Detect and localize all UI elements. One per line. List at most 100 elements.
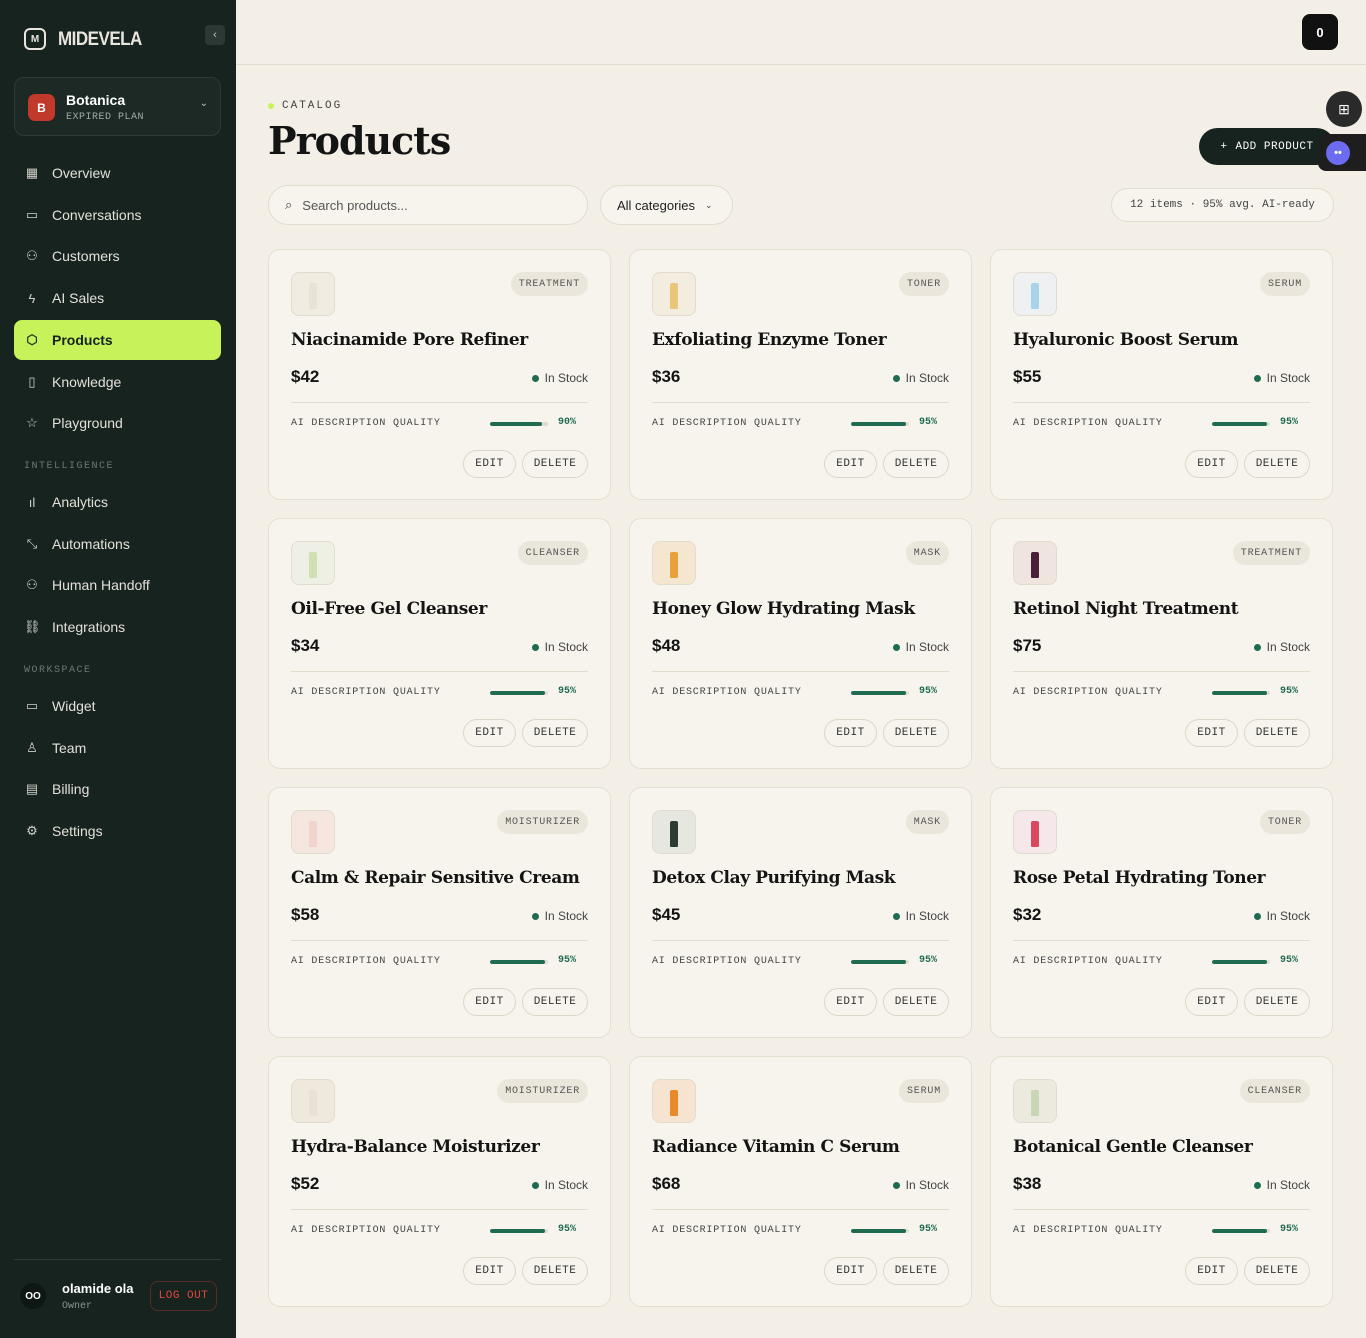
delete-button[interactable]: DELETE [1244,988,1310,1016]
add-product-button[interactable]: + ADD PRODUCT [1199,128,1335,165]
product-card[interactable]: MOISTURIZER Hydra-Balance Moisturizer $5… [268,1056,611,1307]
category-badge: MOISTURIZER [497,1079,588,1103]
search-icon: ⌕ [285,197,293,212]
product-card[interactable]: CLEANSER Botanical Gentle Cleanser $38 I… [990,1056,1333,1307]
quality-percent: 95% [1280,417,1299,428]
search-input[interactable] [302,197,563,213]
sidebar-item-knowledge[interactable]: ▯ Knowledge [14,362,221,402]
edit-button[interactable]: EDIT [824,450,877,478]
delete-button[interactable]: DELETE [522,1257,588,1285]
product-price: $32 [1013,905,1042,924]
products-icon: ⬡ [26,331,38,347]
sidebar-item-widget[interactable]: ▭ Widget [14,686,221,726]
delete-button[interactable]: DELETE [522,450,588,478]
sidebar-item-customers[interactable]: ⚇ Customers [14,236,221,276]
stock-status: In Stock [531,640,588,654]
delete-button[interactable]: DELETE [522,719,588,747]
quality-label: AI DESCRIPTION QUALITY [652,418,802,429]
stock-label: In Stock [1266,909,1310,923]
delete-button[interactable]: DELETE [883,988,949,1016]
edit-button[interactable]: EDIT [1185,719,1238,747]
sidebar-item-billing[interactable]: ▤ Billing [14,769,221,809]
sidebar-item-human-handoff[interactable]: ⚇ Human Handoff [14,565,221,605]
quality-bar-fill [490,960,546,964]
product-thumbnail [1013,541,1057,585]
org-switcher[interactable]: B Botanica EXPIRED PLAN ⌄ [14,77,221,136]
divider [652,402,949,403]
delete-button[interactable]: DELETE [883,1257,949,1285]
sidebar-item-integrations[interactable]: ⛓ Integrations [14,607,221,647]
team-icon: ♙ [26,739,38,755]
edit-button[interactable]: EDIT [463,1257,516,1285]
sidebar-item-label: Products [52,331,113,348]
product-thumbnail [1013,272,1057,316]
eyebrow: CATALOG [268,100,342,112]
edit-button[interactable]: EDIT [824,988,877,1016]
delete-button[interactable]: DELETE [1244,450,1310,478]
product-price: $45 [652,905,681,924]
edit-button[interactable]: EDIT [463,450,516,478]
quality-bar-fill [490,422,543,426]
sidebar-item-analytics[interactable]: ıl Analytics [14,482,221,522]
delete-button[interactable]: DELETE [1244,719,1310,747]
sidebar-item-playground[interactable]: ☆ Playground [14,403,221,443]
quality-percent: 95% [919,1224,938,1235]
product-card[interactable]: TONER Rose Petal Hydrating Toner $32 In … [990,787,1333,1038]
sidebar-item-conversations[interactable]: ▭ Conversations [14,195,221,235]
product-card[interactable]: TREATMENT Niacinamide Pore Refiner $42 I… [268,249,611,500]
product-card[interactable]: SERUM Hyaluronic Boost Serum $55 In Stoc… [990,249,1333,500]
sidebar-item-team[interactable]: ♙ Team [14,728,221,768]
logout-button[interactable]: LOG OUT [150,1281,217,1311]
product-card[interactable]: TREATMENT Retinol Night Treatment $75 In… [990,518,1333,769]
product-card[interactable]: SERUM Radiance Vitamin C Serum $68 In St… [629,1056,972,1307]
cart-button[interactable]: 0 [1302,14,1338,50]
stock-status: In Stock [892,371,949,385]
edit-button[interactable]: EDIT [1185,988,1238,1016]
collapse-sidebar-button[interactable]: ‹ [205,25,225,45]
sidebar-item-products[interactable]: ⬡ Products [14,319,221,360]
category-filter[interactable]: All categories ⌄ [600,185,733,225]
sidebar-item-overview[interactable]: ▦ Overview [14,153,221,193]
stock-status: In Stock [1253,640,1310,654]
edit-button[interactable]: EDIT [1185,450,1238,478]
status-dot-icon [892,643,900,651]
brand[interactable]: M MIDEVELA [24,28,142,50]
category-badge: TREATMENT [510,272,588,296]
product-card[interactable]: TONER Exfoliating Enzyme Toner $36 In St… [629,249,972,500]
nav-section-intelligence: INTELLIGENCE [24,461,115,472]
edit-button[interactable]: EDIT [1185,1257,1238,1285]
sidebar-item-settings[interactable]: ⚙ Settings [14,811,221,851]
chat-widget-launcher[interactable]: •• [1318,134,1366,171]
sidebar-item-automations[interactable]: ⤡ Automations [14,524,221,564]
bot-icon: •• [1326,140,1350,165]
sidebar-item-ai-sales[interactable]: ϟ AI Sales [14,278,221,318]
quality-percent: 95% [1280,1224,1299,1235]
stock-label: In Stock [905,371,949,385]
grid-icon: ⊞ [1338,100,1350,117]
edit-button[interactable]: EDIT [463,988,516,1016]
product-card[interactable]: CLEANSER Oil-Free Gel Cleanser $34 In St… [268,518,611,769]
stock-label: In Stock [905,909,949,923]
product-card[interactable]: MASK Honey Glow Hydrating Mask $48 In St… [629,518,972,769]
edit-button[interactable]: EDIT [463,719,516,747]
edit-button[interactable]: EDIT [824,1257,877,1285]
delete-button[interactable]: DELETE [1244,1257,1310,1285]
divider [291,402,588,403]
delete-button[interactable]: DELETE [883,719,949,747]
delete-button[interactable]: DELETE [522,988,588,1016]
quality-bar [851,691,909,695]
product-thumbnail [652,1079,696,1123]
edit-button[interactable]: EDIT [824,719,877,747]
status-dot-icon [531,643,539,651]
quality-bar [490,1229,548,1233]
quality-bar-fill [1212,1229,1268,1233]
quality-percent: 95% [558,955,577,966]
ai-sales-icon: ϟ [28,290,36,306]
product-card[interactable]: MOISTURIZER Calm & Repair Sensitive Crea… [268,787,611,1038]
apps-grid-button[interactable]: ⊞ [1326,91,1362,127]
product-bottle-icon [1031,283,1039,309]
sidebar-item-label: Billing [52,781,90,798]
quality-percent: 95% [1280,686,1299,697]
product-card[interactable]: MASK Detox Clay Purifying Mask $45 In St… [629,787,972,1038]
delete-button[interactable]: DELETE [883,450,949,478]
